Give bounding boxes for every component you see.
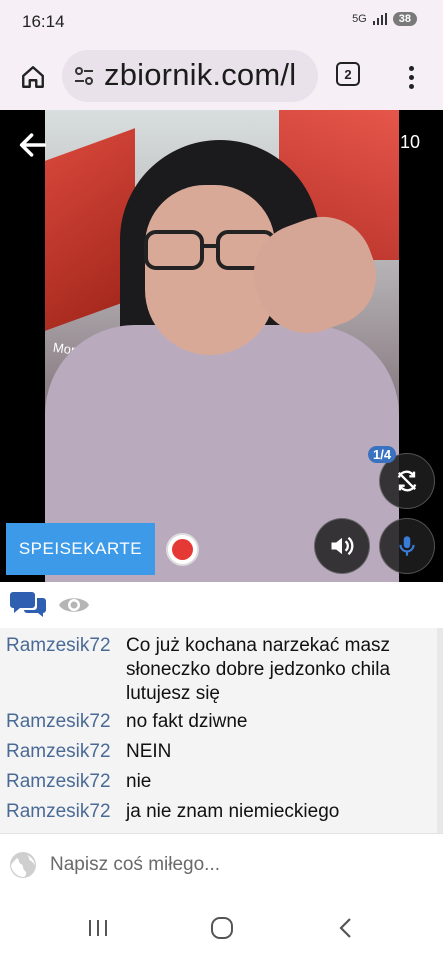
chat-toolbar [0, 582, 443, 628]
chat-bubbles-icon[interactable] [10, 588, 46, 620]
mic-icon [399, 536, 415, 556]
back-chevron-icon [339, 918, 351, 938]
network-label: 5G [352, 13, 367, 25]
back-arrow-icon[interactable] [16, 128, 50, 162]
chat-message: Ramzesik72 nie [0, 770, 437, 794]
speaker-button[interactable] [314, 518, 370, 574]
tune-icon[interactable] [72, 64, 96, 88]
chat-message-list: Ramzesik72 Co już kochana narzekać masz … [0, 628, 437, 833]
chat-message: Ramzesik72 ja nie znam niemieckiego [0, 800, 437, 824]
home-button[interactable] [16, 60, 50, 94]
signal-icon [372, 13, 387, 25]
chat-message: Ramzesik72 no fakt dziwne [0, 710, 437, 734]
chat-username[interactable]: Ramzesik72 [6, 800, 111, 824]
tabs-button[interactable]: 2 [336, 62, 360, 86]
camera-counter-badge: 1/4 [368, 446, 397, 463]
globe-icon[interactable] [8, 850, 38, 880]
home-circle-icon [211, 917, 233, 939]
microphone-button[interactable] [379, 518, 435, 574]
back-nav-button[interactable] [326, 913, 366, 943]
chat-message-input[interactable] [50, 846, 430, 884]
chat-text: ja nie znam niemieckiego [126, 801, 340, 822]
chat-username[interactable]: Ramzesik72 [6, 770, 111, 794]
chat-text: NEIN [126, 741, 172, 762]
record-button[interactable] [166, 533, 199, 566]
recent-apps-button[interactable] [78, 913, 118, 943]
system-navigation-bar [0, 895, 443, 960]
camera-flip-icon [397, 470, 417, 492]
video-stream[interactable]: Monta 10 1/4 SPEISEKARTE [0, 110, 443, 582]
more-vert-icon[interactable] [396, 60, 426, 94]
battery-badge: 38 [392, 12, 417, 26]
recent-apps-icon [89, 920, 107, 936]
chat-message: Ramzesik72 Co już kochana narzekać masz … [0, 634, 437, 706]
home-icon [22, 66, 44, 88]
status-bar: 16:14 5G 38 [0, 0, 443, 44]
chat-text: Co już kochana narzekać masz słoneczko d… [126, 635, 391, 704]
record-icon [172, 539, 193, 560]
speaker-icon [331, 536, 354, 556]
chat-input-bar [0, 833, 443, 895]
eye-icon[interactable] [58, 592, 90, 618]
menu-card-button[interactable]: SPEISEKARTE [6, 523, 155, 575]
chat-username[interactable]: Ramzesik72 [6, 740, 111, 764]
video-frame: Monta [45, 110, 399, 582]
url-text: zbiornik.com/l [104, 57, 297, 92]
chat-username[interactable]: Ramzesik72 [6, 710, 111, 734]
chat-text: no fakt dziwne [126, 711, 248, 732]
status-time: 16:14 [22, 12, 65, 31]
browser-toolbar: zbiornik.com/l 2 [0, 44, 443, 110]
chat-username[interactable]: Ramzesik72 [6, 634, 111, 658]
chat-message: Ramzesik72 NEIN [0, 740, 437, 764]
address-bar[interactable]: zbiornik.com/l [62, 50, 318, 102]
home-nav-button[interactable] [202, 913, 242, 943]
chat-text: nie [126, 771, 152, 792]
status-icons: 5G 38 [352, 12, 417, 26]
chat-scrollbar[interactable] [437, 628, 443, 833]
viewer-count: 10 [400, 132, 421, 152]
